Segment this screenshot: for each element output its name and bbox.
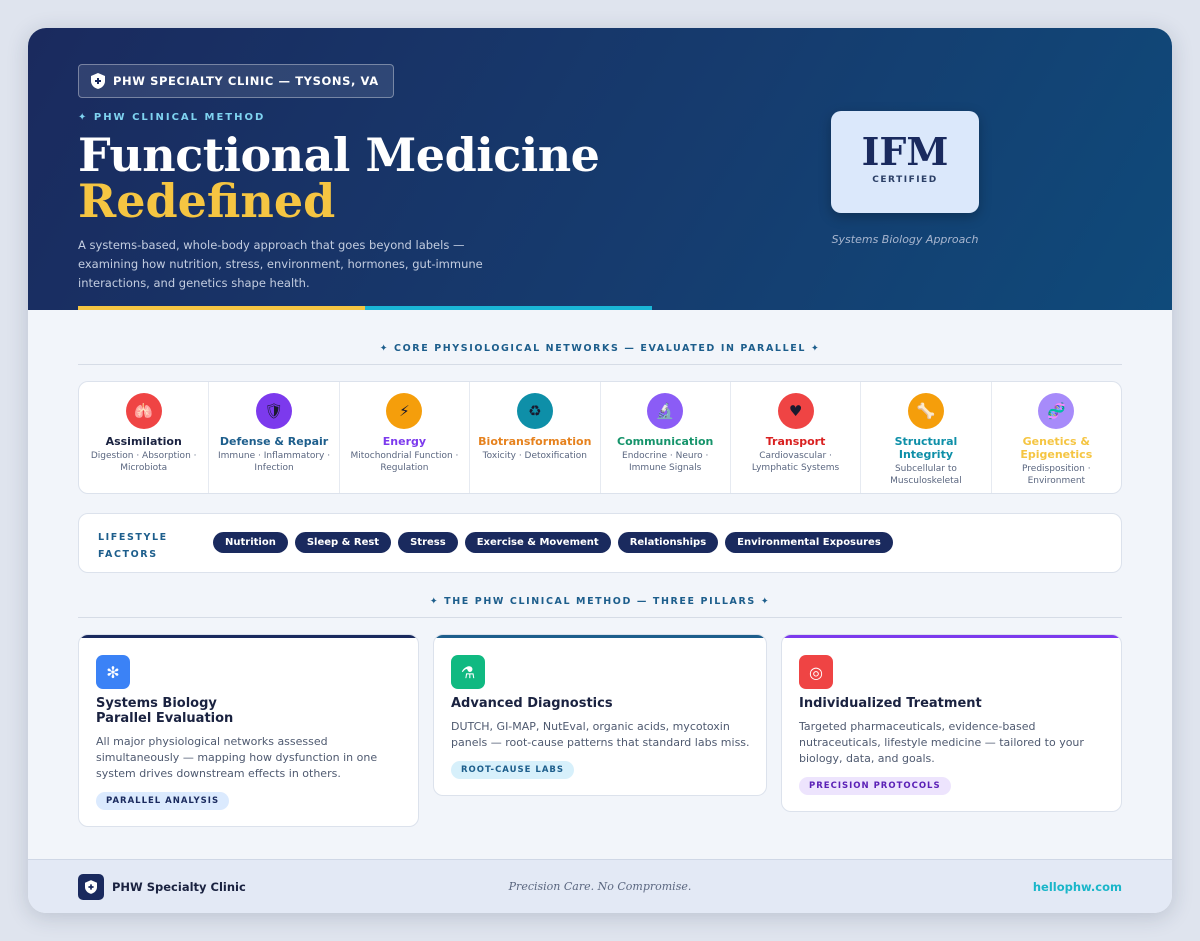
network-item: ⚡ Energy Mitochondrial Function · Regulati… (340, 382, 471, 493)
pillars-heading: ✦ THE PHW CLINICAL METHOD — THREE PILLAR… (429, 596, 771, 607)
network-title: Communication (617, 435, 714, 448)
network-item: ♻ Biotransformation Toxicity · Detoxificat… (470, 382, 601, 493)
pillars-divider (78, 617, 1122, 618)
network-subtitle: Predisposition · Environment (1022, 464, 1091, 486)
lightning-icon: ⚡ (386, 393, 423, 429)
network-subtitle: Toxicity · Detoxification (482, 451, 587, 461)
lifestyle-label: LIFESTYLE FACTORS (98, 532, 168, 560)
pillar-title: Advanced Diagnostics (451, 696, 613, 711)
heart-icon: ♥ (777, 393, 814, 429)
cycle-icon: ♻ (516, 393, 553, 429)
hero-section: PHW SPECIALTY CLINIC — TYSONS, VA ✦ PHW … (28, 28, 1172, 310)
lungs-icon: 🫁 (125, 393, 162, 429)
hero-description: A systems-based, whole-body approach tha… (78, 238, 483, 290)
pillar-title: Individualized Treatment (799, 696, 982, 711)
footer-clinic-name: PHW Specialty Clinic (112, 880, 246, 894)
clinic-logo-icon (78, 874, 104, 900)
pillar-card-systems-biology: ✻ Systems Biology Parallel Evaluation All… (78, 634, 419, 827)
pillar-accent (782, 635, 1121, 638)
network-item: 🛡 Defense & Repair Immune · Inflammatory ·… (209, 382, 340, 493)
network-title: Structural Integrity (894, 435, 958, 461)
network-subtitle: Cardiovascular · Lymphatic Systems (751, 451, 840, 473)
hero-title-line2: Redefined (78, 174, 336, 228)
ifm-caption: Systems Biology Approach (831, 233, 979, 246)
network-title: Genetics & Epigenetics (1020, 435, 1093, 461)
lifestyle-pill: Sleep & Rest (294, 532, 392, 553)
pillar-accent (434, 635, 766, 638)
pillar-card-individualized-treatment: ◎ Individualized Treatment Targeted phar… (781, 634, 1122, 812)
pillar-description: All major physiological networks assesse… (96, 735, 378, 780)
networks-divider (78, 364, 1122, 365)
network-item: ♥ Transport Cardiovascular · Lymphatic Sys… (731, 382, 862, 493)
lifestyle-pill: Environmental Exposures (725, 532, 893, 553)
ifm-logo-text: IFM (861, 129, 949, 174)
network-item: 🫁 Assimilation Digestion · Absorption · Mi… (79, 382, 210, 493)
ifm-certified-badge: IFM CERTIFIED (831, 111, 979, 213)
network-title: Transport (765, 435, 826, 448)
footer-tagline: Precision Care. No Compromise. (508, 880, 692, 893)
lifestyle-pill: Stress (398, 532, 458, 553)
pillar-card-advanced-diagnostics: ⚗ Advanced Diagnostics DUTCH, GI-MAP, Nu… (433, 634, 767, 796)
network-title: Assimilation (105, 435, 182, 448)
lifestyle-pill: Relationships (617, 532, 719, 553)
network-icon: ✻ (96, 655, 130, 689)
pillar-description: DUTCH, GI-MAP, NutEval, organic acids, m… (451, 720, 750, 749)
network-item: 🧬 Genetics & Epigenetics Predisposition · … (992, 382, 1121, 493)
network-subtitle: Subcellular to Musculoskeletal (890, 464, 962, 486)
network-item: 🔬 Communication Endocrine · Neuro · Immune… (601, 382, 731, 493)
lifestyle-panel: LIFESTYLE FACTORS Nutrition Sleep & Rest S… (78, 513, 1122, 573)
network-title: Defense & Repair (219, 435, 329, 448)
network-subtitle: Immune · Inflammatory · Infection (218, 451, 331, 473)
network-title: Energy (382, 435, 427, 448)
infographic-card: PHW SPECIALTY CLINIC — TYSONS, VA ✦ PHW … (28, 28, 1172, 913)
networks-heading: ✦ CORE PHYSIOLOGICAL NETWORKS — EVALUATE… (379, 343, 821, 354)
microscope-icon: 🔬 (647, 393, 684, 429)
shield-icon: 🛡 (256, 393, 293, 429)
pillar-tag: ROOT-CAUSE LABS (451, 761, 575, 779)
networks-panel: 🫁 Assimilation Digestion · Absorption · Mi… (78, 381, 1122, 494)
hero-eyebrow: ✦ PHW CLINICAL METHOD (78, 112, 266, 123)
pillar-title: Systems Biology Parallel Evaluation (96, 696, 234, 726)
lifestyle-pills: Nutrition Sleep & Rest Stress Exercise & Mo… (213, 532, 893, 553)
pillar-tag: PRECISION PROTOCOLS (799, 777, 951, 795)
network-subtitle: Mitochondrial Function · Regulation (350, 451, 459, 473)
footer: PHW Specialty Clinic Precision Care. No … (28, 859, 1172, 913)
network-subtitle: Digestion · Absorption · Microbiota (90, 451, 197, 473)
clinic-badge-text: PHW SPECIALTY CLINIC — TYSONS, VA (113, 74, 379, 88)
pillar-tag: PARALLEL ANALYSIS (96, 792, 230, 810)
bone-icon: 🦴 (907, 393, 944, 429)
lifestyle-pill: Nutrition (213, 532, 288, 553)
hero-accent-bar (78, 306, 652, 310)
lifestyle-pill: Exercise & Movement (464, 532, 611, 553)
dna-icon: 🧬 (1038, 393, 1075, 429)
shield-plus-icon (91, 73, 105, 89)
microscope-icon: ⚗ (451, 655, 485, 689)
target-icon: ◎ (799, 655, 833, 689)
footer-website-link[interactable]: hellophw.com (1033, 880, 1122, 894)
network-subtitle: Endocrine · Neuro · Immune Signals (622, 451, 709, 473)
ifm-certified-label: CERTIFIED (872, 175, 938, 185)
pillar-description: Targeted pharmaceuticals, evidence-based… (799, 720, 1084, 765)
network-item: 🦴 Structural Integrity Subcellular to Musc… (861, 382, 992, 493)
pillar-accent (79, 635, 418, 638)
clinic-badge: PHW SPECIALTY CLINIC — TYSONS, VA (78, 64, 394, 98)
network-title: Biotransformation (478, 435, 592, 448)
